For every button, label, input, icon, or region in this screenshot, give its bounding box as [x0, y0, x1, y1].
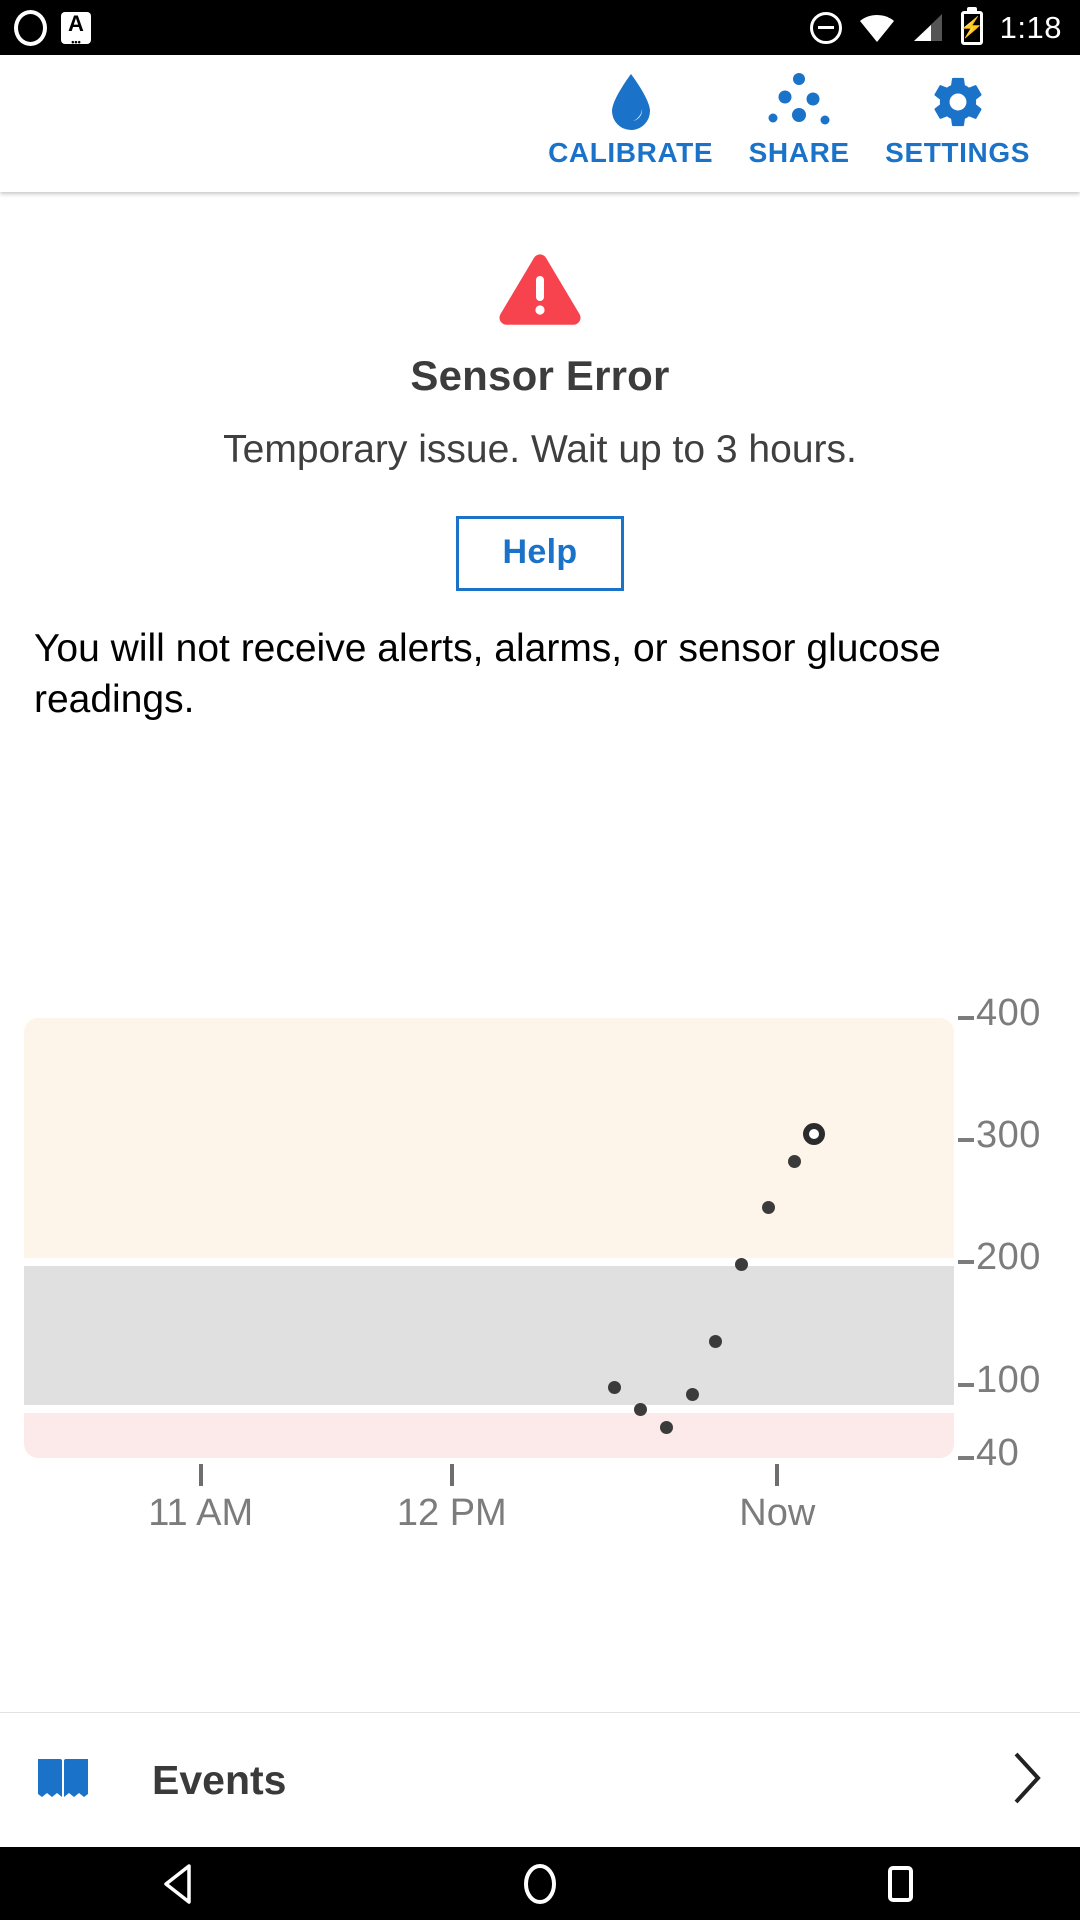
glucose-data-point — [686, 1387, 700, 1401]
y-axis-tick — [958, 1456, 974, 1460]
glucose-data-point — [787, 1154, 801, 1168]
x-axis-label: 12 PM — [396, 1492, 507, 1534]
y-axis-label: 200 — [976, 1236, 1041, 1279]
y-axis-label: 100 — [976, 1358, 1041, 1401]
recents-square-icon[interactable] — [820, 1847, 980, 1920]
share-label: SHARE — [748, 137, 850, 168]
y-axis-label: 400 — [976, 992, 1041, 1034]
sensor-error-panel: Sensor Error Temporary issue. Wait up to… — [0, 192, 1080, 725]
back-triangle-icon[interactable] — [100, 1847, 260, 1920]
settings-button[interactable]: SETTINGS — [869, 55, 1046, 169]
glucose-data-point — [660, 1420, 674, 1434]
do-not-disturb-icon — [809, 11, 842, 44]
y-axis-tick — [958, 1260, 974, 1265]
help-button[interactable]: Help — [455, 516, 625, 591]
cellular-signal-icon — [913, 13, 942, 41]
circle-outline-icon — [14, 9, 47, 46]
error-title: Sensor Error — [410, 352, 670, 399]
y-axis-label: 40 — [976, 1432, 1020, 1474]
battery-charging-icon: ⚡ — [959, 10, 985, 45]
status-bar-left-icons: A — [0, 9, 91, 46]
glucose-chart[interactable]: 400 300 200 100 40 11 AM 12 PM Now — [0, 992, 1080, 1534]
gear-icon — [929, 71, 987, 133]
x-axis-tick — [198, 1464, 203, 1486]
chart-band-low — [24, 1413, 954, 1458]
chart-plot-area — [24, 1018, 954, 1458]
x-axis-tick — [775, 1464, 780, 1486]
glucose-data-point — [608, 1380, 622, 1394]
android-nav-bar — [0, 1847, 1080, 1920]
y-axis-tick — [958, 1138, 974, 1143]
app-screen: A ⚡ 1:18 CALIBRATE — [0, 0, 1080, 1920]
settings-label: SETTINGS — [885, 137, 1030, 168]
warning-triangle-icon — [0, 252, 1080, 330]
x-axis-label: Now — [739, 1492, 816, 1534]
a-badge-icon: A — [61, 11, 91, 46]
battery-bolt-glyph: ⚡ — [959, 16, 985, 39]
share-dots-icon — [766, 71, 832, 133]
wifi-icon — [859, 14, 894, 42]
status-bar-clock: 1:18 — [999, 9, 1062, 45]
open-book-icon — [36, 1756, 90, 1805]
chart-band-target — [24, 1266, 954, 1406]
y-axis-label: 300 — [976, 1114, 1041, 1157]
x-axis-label: 11 AM — [148, 1492, 254, 1534]
calibrate-label: CALIBRATE — [548, 137, 714, 168]
y-axis-tick — [958, 1382, 974, 1387]
events-label: Events — [152, 1756, 287, 1803]
y-axis-tick — [958, 1016, 974, 1020]
status-bar: A ⚡ 1:18 — [0, 0, 1080, 55]
events-row[interactable]: Events — [0, 1712, 1080, 1847]
home-circle-icon[interactable] — [460, 1847, 620, 1920]
error-note: You will not receive alerts, alarms, or … — [34, 627, 941, 721]
chevron-right-icon[interactable] — [1010, 1750, 1044, 1811]
status-bar-right-icons: ⚡ 1:18 — [809, 9, 1080, 46]
blood-drop-icon — [609, 71, 653, 133]
error-subtitle: Temporary issue. Wait up to 3 hours. — [223, 428, 857, 471]
glucose-data-point — [761, 1200, 775, 1214]
calibrate-button[interactable]: CALIBRATE — [532, 55, 729, 169]
x-axis-tick — [449, 1464, 454, 1486]
glucose-data-point — [634, 1402, 648, 1416]
share-button[interactable]: SHARE — [729, 55, 869, 169]
action-bar: CALIBRATE SHARE SETTINGS — [0, 55, 1080, 192]
